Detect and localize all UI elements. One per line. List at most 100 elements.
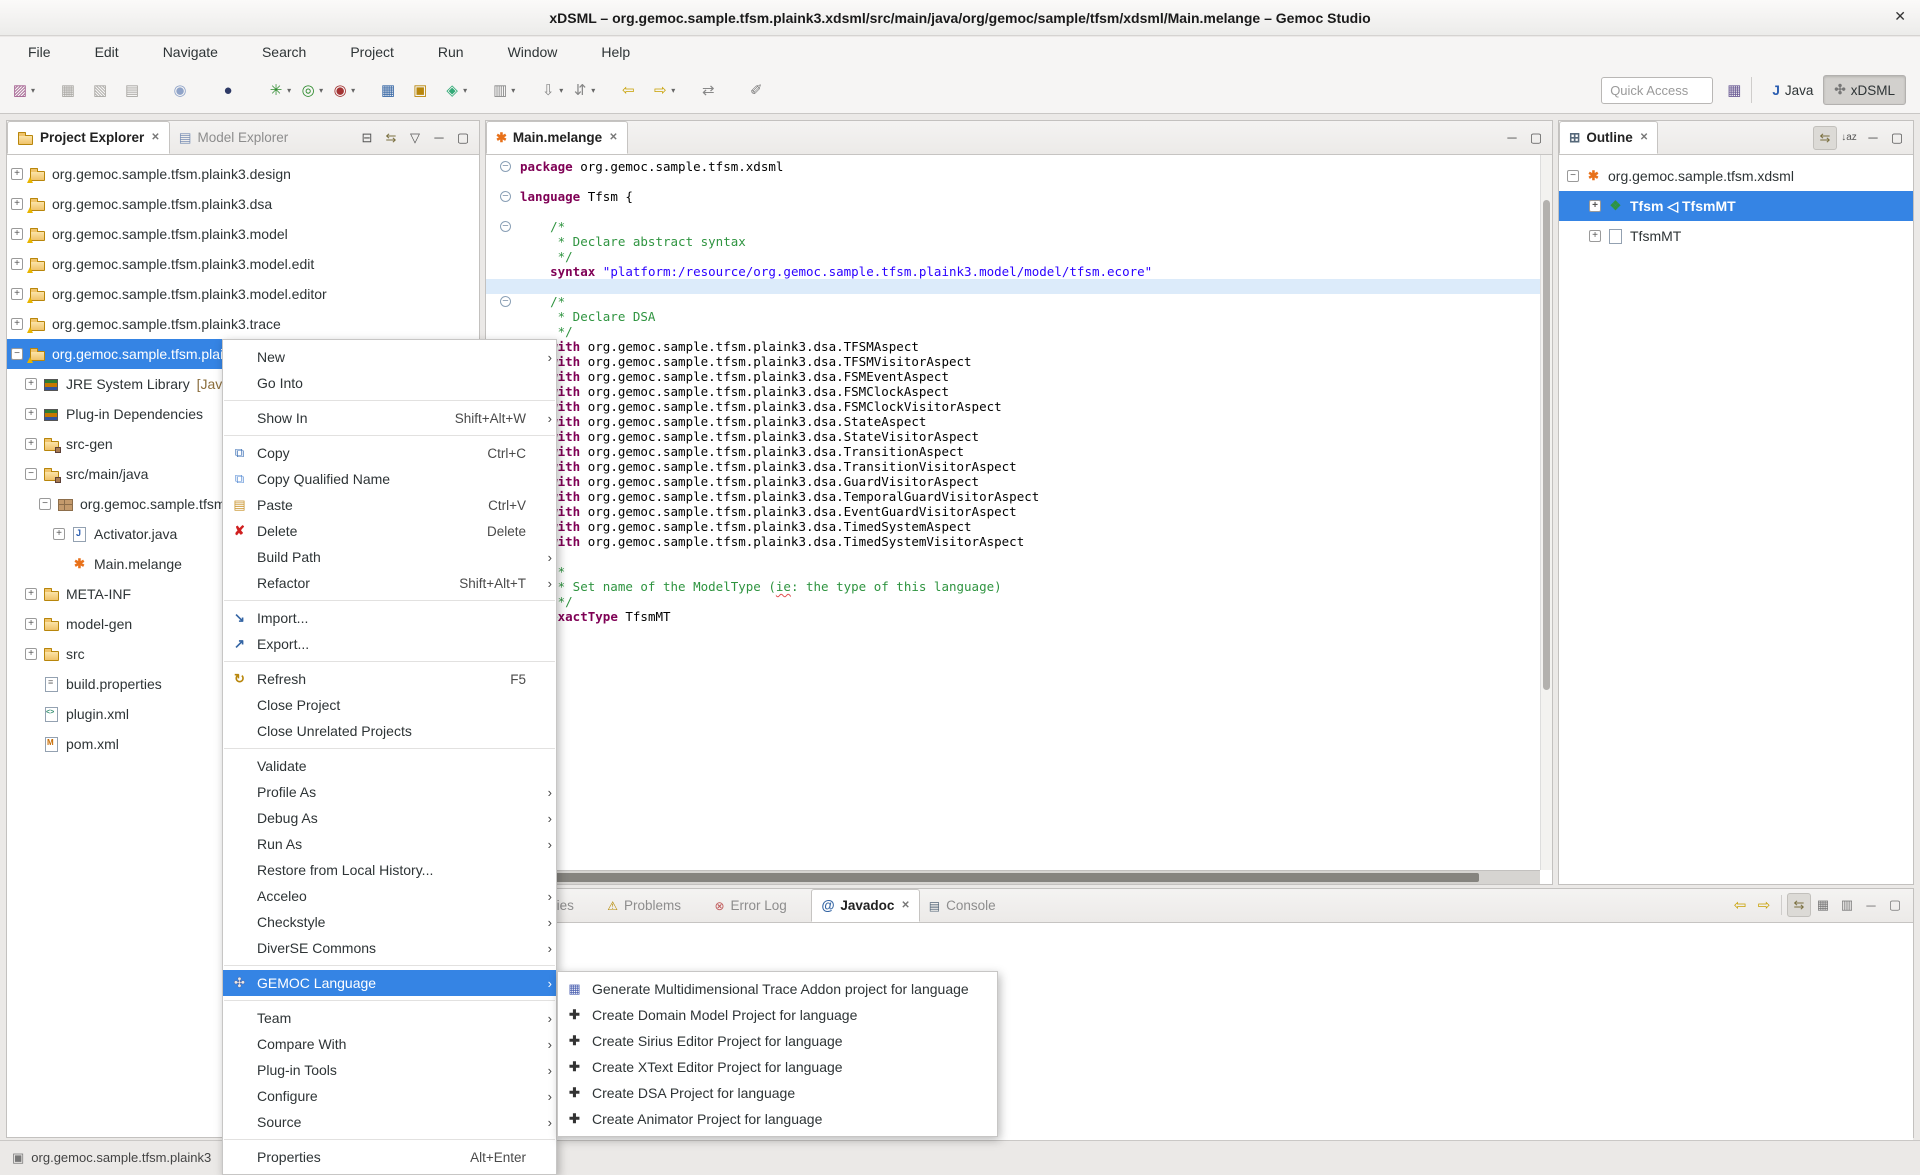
expander-icon[interactable]: + — [11, 168, 23, 180]
sort-icon[interactable]: ↓az — [1837, 132, 1861, 143]
outline-item[interactable]: − ✱ org.gemoc.sample.tfsm.xdsml — [1559, 161, 1913, 191]
print-icon[interactable]: ▤ ▾ — [120, 76, 150, 104]
next-prev-icon[interactable]: ⇵ ▾ — [568, 76, 598, 104]
menu-bar-item[interactable]: File — [6, 40, 73, 64]
expander-icon[interactable]: + — [53, 528, 65, 540]
menu-item-diverse-commons[interactable]: DiverSE Commons › — [223, 935, 556, 961]
chevron-down-icon[interactable]: ▾ — [287, 86, 291, 95]
open-perspective-icon[interactable]: ▦ — [1727, 81, 1741, 99]
quick-access-input[interactable] — [1601, 77, 1713, 104]
perspective-java-button[interactable]: J Java — [1762, 75, 1823, 105]
context-menu-item[interactable]: › — [224, 661, 555, 662]
menu-item-close-unrelated[interactable]: Close Unrelated Projects › — [223, 718, 556, 744]
menu-item-copy[interactable]: ⧉ Copy Ctrl+C › — [223, 440, 556, 466]
expander-icon[interactable]: − — [11, 348, 23, 360]
submenu-item-animator[interactable]: ✚ Create Animator Project for language — [558, 1106, 997, 1132]
forward-icon[interactable]: ⇨ ▾ — [648, 76, 678, 104]
expander-icon[interactable]: + — [25, 648, 37, 660]
expander-icon[interactable]: + — [11, 258, 23, 270]
menu-item-configure[interactable]: Configure › — [223, 1083, 556, 1109]
tree-item[interactable]: + org.gemoc.sample.tfsm.plaink3.trace — [7, 309, 479, 339]
expander-icon[interactable]: + — [25, 408, 37, 420]
menu-bar-item[interactable]: Run — [416, 40, 486, 64]
menu-bar-item[interactable]: Edit — [73, 40, 141, 64]
chevron-down-icon[interactable]: ▾ — [463, 86, 467, 95]
horizontal-scrollbar[interactable] — [486, 870, 1540, 884]
menu-item-profile-as[interactable]: Profile As › — [223, 779, 556, 805]
new-wizard-icon[interactable]: ▨ ▾ — [8, 76, 38, 104]
minimize-icon[interactable]: ─ — [1500, 130, 1524, 145]
expander-icon[interactable]: − — [39, 498, 51, 510]
maximize-icon[interactable]: ▢ — [451, 130, 475, 146]
save-all-icon[interactable]: ▧ ▾ — [88, 76, 118, 104]
menu-item-show-in[interactable]: Show In Shift+Alt+W › — [223, 405, 556, 431]
submenu-item-xtext-editor[interactable]: ✚ Create XText Editor Project for langua… — [558, 1054, 997, 1080]
maximize-icon[interactable]: ▢ — [1885, 130, 1909, 146]
menu-bar-item[interactable]: Help — [579, 40, 652, 64]
menu-item-new[interactable]: New › — [223, 344, 556, 370]
outline-item-tfsm[interactable]: + ❖ Tfsm ◁ TfsmMT — [1559, 191, 1913, 221]
menu-item-acceleo[interactable]: Acceleo › — [223, 883, 556, 909]
tab-javadoc[interactable]: @ Javadoc ✕ — [811, 889, 920, 922]
expander-icon[interactable]: + — [1589, 200, 1601, 212]
expander-icon[interactable]: + — [11, 318, 23, 330]
context-menu-item[interactable]: › — [224, 965, 555, 966]
code-editor[interactable]: – package org.gemoc.sample.tfsm.xdsml – … — [486, 155, 1540, 870]
menu-item-refactor[interactable]: Refactor Shift+Alt+T › — [223, 570, 556, 596]
external-tools-icon[interactable]: ✳ ▾ — [264, 76, 294, 104]
context-menu-item[interactable]: › — [224, 435, 555, 436]
scrollbar-thumb[interactable] — [488, 873, 1479, 882]
maximize-icon[interactable]: ▢ — [1524, 130, 1548, 146]
menu-item-delete[interactable]: ✘ Delete Delete › — [223, 518, 556, 544]
menu-bar-item[interactable]: Search — [240, 40, 328, 64]
expander-icon[interactable]: + — [11, 288, 23, 300]
submenu-item-sirius-editor[interactable]: ✚ Create Sirius Editor Project for langu… — [558, 1028, 997, 1054]
tree-item[interactable]: + org.gemoc.sample.tfsm.plaink3.design — [7, 159, 479, 189]
save-icon[interactable]: ▦ ▾ — [56, 76, 86, 104]
expander-icon[interactable]: − — [1567, 170, 1579, 182]
tree-item[interactable]: + org.gemoc.sample.tfsm.plaink3.model.ed… — [7, 249, 479, 279]
menu-item-team[interactable]: Team › — [223, 1005, 556, 1031]
menu-item-compare-with[interactable]: Compare With › — [223, 1031, 556, 1057]
maximize-icon[interactable]: ▢ — [1883, 897, 1907, 913]
plugin-icon[interactable]: ▣ ▾ — [408, 76, 438, 104]
chevron-down-icon[interactable]: ▾ — [671, 86, 675, 95]
forward-icon[interactable]: ⇨ — [1752, 896, 1776, 914]
expander-icon[interactable]: + — [25, 378, 37, 390]
search-icon[interactable]: ▥ ▾ — [488, 76, 518, 104]
expander-icon[interactable]: + — [1589, 230, 1601, 242]
debug-icon[interactable]: ◉ ▾ — [328, 76, 358, 104]
bottom-tab[interactable]: ⊗ Error Log ✕ — [705, 889, 811, 922]
back-icon[interactable]: ⇦ — [1728, 896, 1752, 914]
fold-marker-icon[interactable]: – — [500, 161, 514, 172]
link-with-editor-icon[interactable]: ⇆ — [379, 130, 403, 146]
close-icon[interactable]: ✕ — [1640, 132, 1648, 143]
close-icon[interactable]: ✕ — [151, 132, 159, 143]
mark-occurrences-icon[interactable]: ✐ ▾ — [744, 76, 774, 104]
perspective-xdsml-button[interactable]: ✣ xDSML — [1823, 75, 1906, 105]
menu-item-restore-history[interactable]: Restore from Local History... › — [223, 857, 556, 883]
submenu-item-dsa[interactable]: ✚ Create DSA Project for language — [558, 1080, 997, 1106]
minimize-icon[interactable]: ─ — [1859, 898, 1883, 913]
expander-icon[interactable]: + — [25, 618, 37, 630]
context-menu-item[interactable]: › — [224, 748, 555, 749]
chevron-down-icon[interactable]: ▾ — [559, 86, 563, 95]
tab-project-explorer[interactable]: Project Explorer ✕ — [7, 121, 170, 154]
scrollbar-thumb[interactable] — [1543, 200, 1550, 690]
tree-item[interactable]: + org.gemoc.sample.tfsm.plaink3.dsa — [7, 189, 479, 219]
menu-item-gemoc-language[interactable]: ✣ GEMOC Language › — [223, 970, 556, 996]
menu-item-validate[interactable]: Validate › — [223, 753, 556, 779]
menu-item-plugin-tools[interactable]: Plug-in Tools › — [223, 1057, 556, 1083]
tab-model-explorer[interactable]: ▤ Model Explorer — [170, 121, 298, 154]
link-with-editor-icon[interactable]: ⇆ — [1787, 893, 1811, 917]
context-menu-item[interactable]: › — [224, 1000, 555, 1001]
back-icon[interactable]: ⇦ ▾ — [616, 76, 646, 104]
chevron-down-icon[interactable]: ▾ — [591, 86, 595, 95]
menu-bar-item[interactable]: Window — [486, 40, 580, 64]
submenu-item-domain-model[interactable]: ✚ Create Domain Model Project for langua… — [558, 1002, 997, 1028]
expander-icon[interactable]: − — [25, 468, 37, 480]
menu-item-source[interactable]: Source › — [223, 1109, 556, 1135]
menu-item-run-as[interactable]: Run As › — [223, 831, 556, 857]
menu-item-build-path[interactable]: Build Path › — [223, 544, 556, 570]
chevron-down-icon[interactable]: ▾ — [319, 86, 323, 95]
